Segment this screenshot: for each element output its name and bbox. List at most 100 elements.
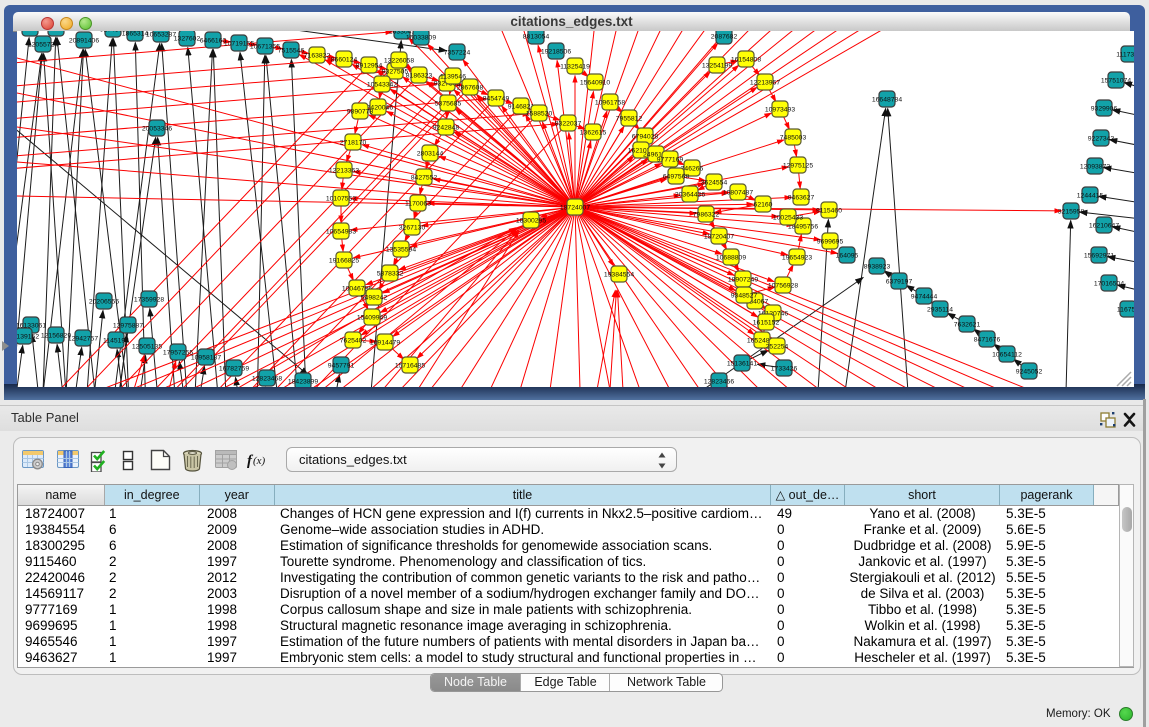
svg-text:9890778: 9890778: [347, 109, 374, 116]
svg-text:8322037: 8322037: [555, 121, 582, 128]
svg-text:989841: 989841: [45, 31, 68, 33]
svg-text:3215958: 3215958: [1058, 209, 1085, 216]
svg-text:5498242: 5498242: [361, 295, 388, 302]
svg-text:26139152: 26139152: [17, 334, 39, 341]
svg-text:16210647: 16210647: [1089, 223, 1119, 230]
svg-text:10756928: 10756928: [768, 283, 798, 290]
svg-text:7955812: 7955812: [616, 116, 643, 123]
svg-text:15751074: 15751074: [1101, 78, 1131, 85]
svg-text:9457791: 9457791: [328, 363, 355, 370]
svg-text:2087682: 2087682: [711, 34, 738, 41]
svg-text:6794028: 6794028: [632, 134, 659, 141]
svg-text:1117399: 1117399: [1116, 52, 1134, 59]
svg-text:9245052: 9245052: [1016, 369, 1043, 376]
svg-text:12213967: 12213967: [750, 80, 780, 87]
svg-text:16154808: 16154808: [731, 57, 761, 64]
svg-text:15716485: 15716485: [395, 363, 425, 370]
svg-text:116753: 116753: [1117, 307, 1134, 314]
svg-text:15136141: 15136141: [727, 361, 757, 368]
svg-text:1733426: 1733426: [771, 366, 798, 373]
svg-text:16914479: 16914479: [370, 340, 400, 347]
svg-text:9777169: 9777169: [657, 157, 684, 164]
svg-text:10654983: 10654983: [326, 229, 356, 236]
svg-text:19384554: 19384554: [604, 272, 634, 279]
svg-text:17957255: 17957255: [163, 350, 193, 357]
svg-text:7515546: 7515546: [278, 48, 305, 55]
svg-text:7357224: 7357224: [444, 50, 471, 57]
svg-text:12213363: 12213363: [329, 168, 359, 175]
svg-text:8186323: 8186323: [406, 73, 433, 80]
svg-text:10688809: 10688809: [716, 255, 746, 262]
svg-text:19654923: 19654923: [782, 255, 812, 262]
svg-text:6466160: 6466160: [200, 38, 227, 45]
svg-text:17016504: 17016504: [1094, 281, 1124, 288]
svg-text:1615152: 1615152: [753, 320, 780, 327]
svg-text:6379197: 6379197: [886, 279, 913, 286]
svg-text:7986322: 7986322: [693, 212, 720, 219]
svg-text:1139546: 1139546: [440, 74, 466, 81]
svg-text:5878332: 5878332: [377, 271, 404, 278]
svg-text:13226058: 13226058: [384, 58, 414, 65]
svg-text:9348527: 9348527: [731, 293, 758, 300]
svg-text:7163822: 7163822: [304, 53, 331, 60]
svg-text:15692971: 15692971: [1084, 253, 1114, 260]
svg-text:8912954: 8912954: [356, 63, 383, 70]
svg-text:18720407: 18720407: [704, 234, 734, 241]
svg-text:1145194: 1145194: [103, 338, 129, 345]
svg-text:10653287: 10653287: [146, 32, 176, 39]
svg-text:8454749: 8454749: [483, 96, 510, 103]
svg-text:(x): (x): [253, 455, 266, 467]
svg-text:12975125: 12975125: [783, 163, 813, 170]
svg-text:3624554: 3624554: [701, 180, 728, 187]
svg-text:1170063: 1170063: [405, 201, 431, 208]
svg-text:9115460: 9115460: [816, 208, 842, 215]
svg-text:11325419: 11325419: [560, 64, 590, 71]
svg-text:62160: 62160: [754, 202, 773, 209]
svg-text:18423899: 18423899: [288, 379, 318, 386]
svg-text:19166825: 19166825: [329, 258, 359, 265]
svg-text:12505135: 12505135: [132, 344, 162, 351]
svg-text:12823468: 12823468: [252, 376, 282, 383]
svg-text:20206555: 20206555: [89, 299, 119, 306]
svg-text:9463627: 9463627: [788, 195, 815, 202]
svg-text:252254: 252254: [766, 344, 789, 351]
svg-text:2867608: 2867608: [457, 85, 484, 92]
svg-text:20053346: 20053346: [142, 126, 172, 133]
svg-text:10543342: 10543342: [367, 82, 397, 89]
svg-text:6497568: 6497568: [663, 174, 690, 181]
svg-text:5375685: 5375685: [435, 101, 462, 108]
svg-text:17359928: 17359928: [134, 297, 164, 304]
svg-text:2718170: 2718170: [340, 140, 367, 147]
svg-text:8660124: 8660124: [331, 57, 358, 64]
svg-text:13254199: 13254199: [702, 63, 732, 70]
svg-text:164095: 164095: [836, 253, 859, 260]
svg-text:2803144: 2803144: [417, 151, 444, 158]
svg-text:18300295: 18300295: [516, 218, 546, 225]
svg-text:18724007: 18724007: [560, 205, 590, 212]
svg-text:9329906: 9329906: [1091, 106, 1118, 113]
svg-text:10973493: 10973493: [765, 107, 795, 114]
svg-text:10025433: 10025433: [773, 215, 803, 222]
svg-text:1244415: 1244415: [1077, 193, 1104, 200]
svg-text:10107553: 10107553: [326, 196, 356, 203]
svg-text:7632621: 7632621: [954, 322, 981, 329]
svg-text:8427552: 8427552: [411, 175, 438, 182]
svg-text:7485003: 7485003: [780, 135, 807, 142]
svg-text:9699695: 9699695: [817, 239, 844, 246]
svg-text:15409949: 15409949: [357, 315, 387, 322]
svg-text:1588520: 1588520: [526, 111, 553, 118]
svg-text:12942757: 12942757: [68, 336, 98, 343]
svg-text:16033809: 16033809: [406, 35, 436, 42]
svg-text:12975887: 12975887: [113, 323, 143, 330]
svg-text:19218506: 19218506: [541, 49, 571, 56]
svg-text:12156829: 12156829: [41, 333, 71, 340]
svg-text:10671355: 10671355: [250, 44, 280, 51]
svg-text:9227343: 9227343: [1088, 136, 1115, 143]
svg-text:20891406: 20891406: [69, 38, 99, 45]
svg-text:10807487: 10807487: [723, 190, 753, 197]
svg-text:9474444: 9474444: [911, 294, 938, 301]
svg-text:10654112: 10654112: [992, 352, 1022, 359]
svg-text:9327505: 9327505: [382, 69, 409, 76]
svg-text:3267130: 3267130: [399, 225, 426, 232]
svg-text:20364436: 20364436: [675, 192, 705, 199]
